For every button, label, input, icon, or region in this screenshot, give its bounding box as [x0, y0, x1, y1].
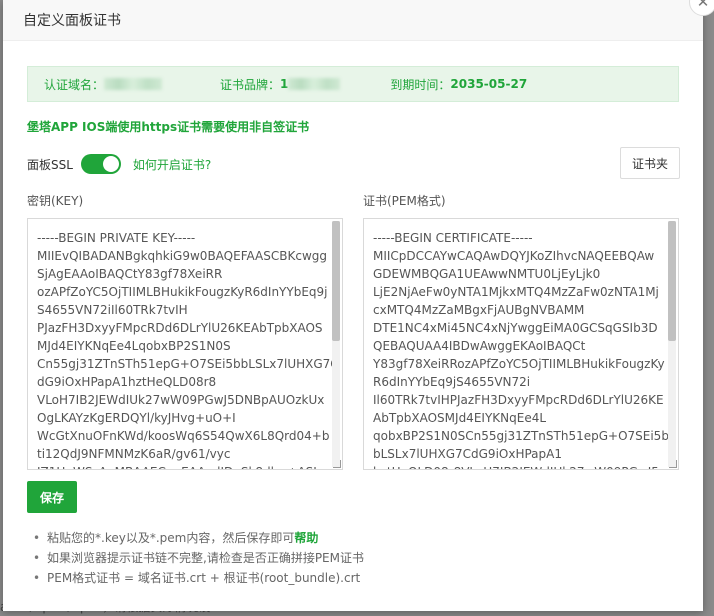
custom-panel-cert-dialog: 自定义面板证书 认证域名： 证书品牌： 1 到期时间： 2035-05-27 堡… — [3, 0, 703, 611]
key-textarea-scrollbar[interactable] — [332, 221, 340, 467]
key-scrollbar-thumb[interactable] — [332, 221, 340, 341]
panel-ssl-toggle[interactable] — [80, 154, 121, 174]
cert-resize-handle[interactable] — [669, 460, 677, 468]
help-notes: 粘贴您的*.key以及*.pem内容，然后保存即可帮助 如果浏览器提示证书链不完… — [33, 528, 364, 588]
note-text: 粘贴您的*.key以及*.pem内容，然后保存即可 — [47, 531, 295, 545]
cert-textarea-scrollbar[interactable] — [668, 221, 676, 467]
brand-label: 证书品牌： — [220, 77, 281, 92]
save-button[interactable]: 保存 — [27, 481, 77, 513]
note-item: 粘贴您的*.key以及*.pem内容，然后保存即可帮助 — [33, 528, 364, 548]
note-text: 如果浏览器提示证书链不完整,请检查是否正确拼接PEM证书 — [47, 551, 364, 565]
key-field-label: 密钥(KEY) — [27, 194, 84, 208]
panel-ssl-row: 面板SSL 如何开启证书? — [27, 154, 211, 174]
expiry-label: 到期时间： — [390, 77, 451, 92]
note-text: PEM格式证书 = 域名证书.crt + 根证书(root_bundle).cr… — [47, 571, 361, 585]
key-textarea[interactable]: -----BEGIN PRIVATE KEY----- MIIEvQIBADAN… — [27, 218, 343, 470]
dialog-title: 自定义面板证书 — [3, 0, 703, 41]
toggle-knob — [102, 156, 119, 172]
cert-info-bar: 认证域名： 证书品牌： 1 到期时间： 2035-05-27 — [27, 66, 679, 102]
how-to-enable-cert-link[interactable]: 如何开启证书? — [133, 156, 211, 173]
key-resize-handle[interactable] — [333, 460, 341, 468]
cert-textarea-content[interactable]: -----BEGIN CERTIFICATE----- MIICpDCCAYwC… — [364, 219, 678, 469]
note-item: 如果浏览器提示证书链不完整,请检查是否正确拼接PEM证书 — [33, 548, 364, 568]
cert-scrollbar-thumb[interactable] — [668, 221, 676, 341]
note-item: PEM格式证书 = 域名证书.crt + 根证书(root_bundle).cr… — [33, 568, 364, 588]
domain-label: 认证域名： — [44, 77, 105, 92]
brand-value-prefix: 1 — [280, 77, 289, 91]
cert-textarea[interactable]: -----BEGIN CERTIFICATE----- MIICpDCCAYwC… — [363, 218, 679, 470]
help-link[interactable]: 帮助 — [294, 531, 318, 545]
panel-ssl-label: 面板SSL — [27, 157, 73, 172]
ios-https-warning-link[interactable]: 堡塔APP IOS端使用https证书需要使用非自签证书 — [27, 118, 309, 135]
expiry-value: 2035-05-27 — [450, 77, 528, 91]
cert-folder-button[interactable]: 证书夹 — [620, 147, 680, 179]
brand-value-redacted — [288, 78, 341, 90]
cert-field-label: 证书(PEM格式) — [363, 194, 446, 208]
domain-value-redacted — [104, 78, 163, 90]
key-textarea-content[interactable]: -----BEGIN PRIVATE KEY----- MIIEvQIBADAN… — [28, 219, 342, 469]
